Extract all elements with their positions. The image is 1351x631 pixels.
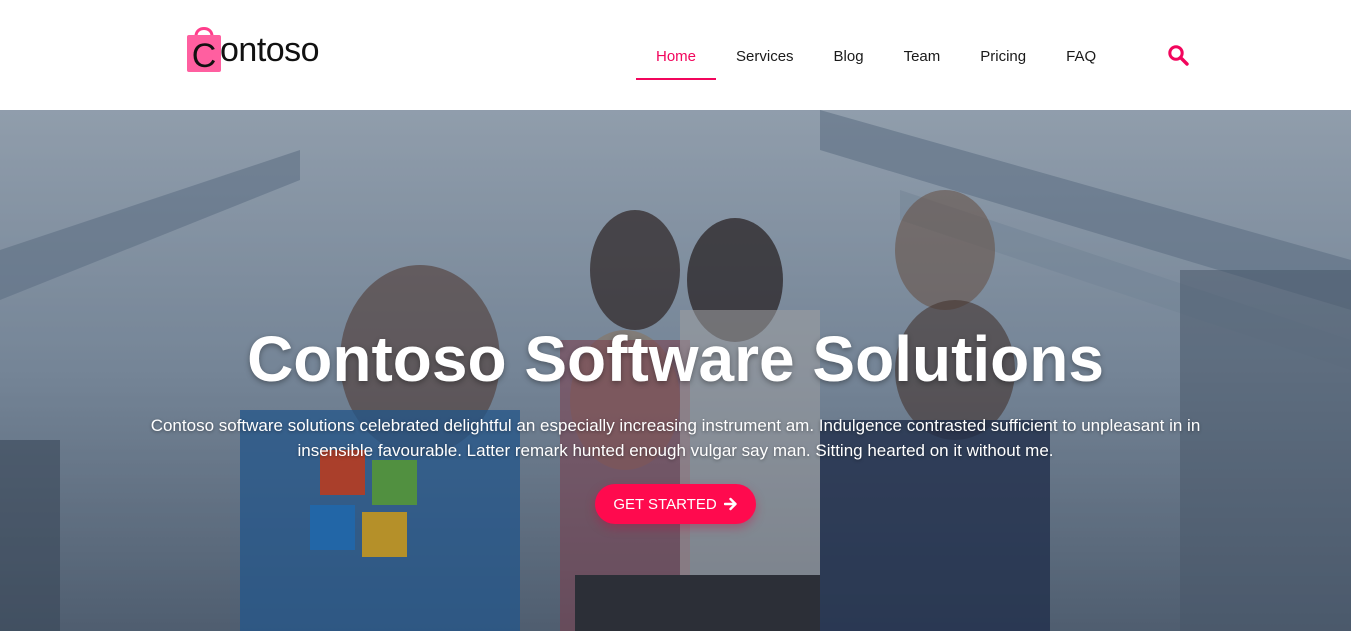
hero-section: Contoso Software Solutions Contoso softw…: [0, 110, 1351, 631]
nav-home[interactable]: Home: [636, 35, 717, 80]
logo-letter: C: [192, 37, 217, 72]
logo[interactable]: C ontoso: [186, 20, 320, 72]
site-header: C ontoso Home Services Blog Team Pricing…: [0, 0, 1351, 110]
search-icon[interactable]: [1167, 44, 1189, 66]
shopping-bag-logo-icon: C: [187, 27, 221, 72]
hero-title: Contoso Software Solutions: [247, 323, 1104, 395]
arrow-right-icon: [723, 497, 737, 511]
nav-faq[interactable]: FAQ: [1046, 35, 1116, 80]
nav-services[interactable]: Services: [716, 35, 814, 80]
get-started-button[interactable]: GET STARTED: [595, 484, 756, 524]
nav-blog[interactable]: Blog: [814, 35, 884, 80]
main-nav: Home Services Blog Team Pricing FAQ: [636, 33, 1116, 80]
logo-text: ontoso: [220, 31, 320, 69]
get-started-label: GET STARTED: [613, 495, 717, 513]
nav-pricing[interactable]: Pricing: [960, 35, 1046, 80]
nav-team[interactable]: Team: [884, 35, 961, 80]
hero-description: Contoso software solutions celebrated de…: [150, 416, 1201, 460]
